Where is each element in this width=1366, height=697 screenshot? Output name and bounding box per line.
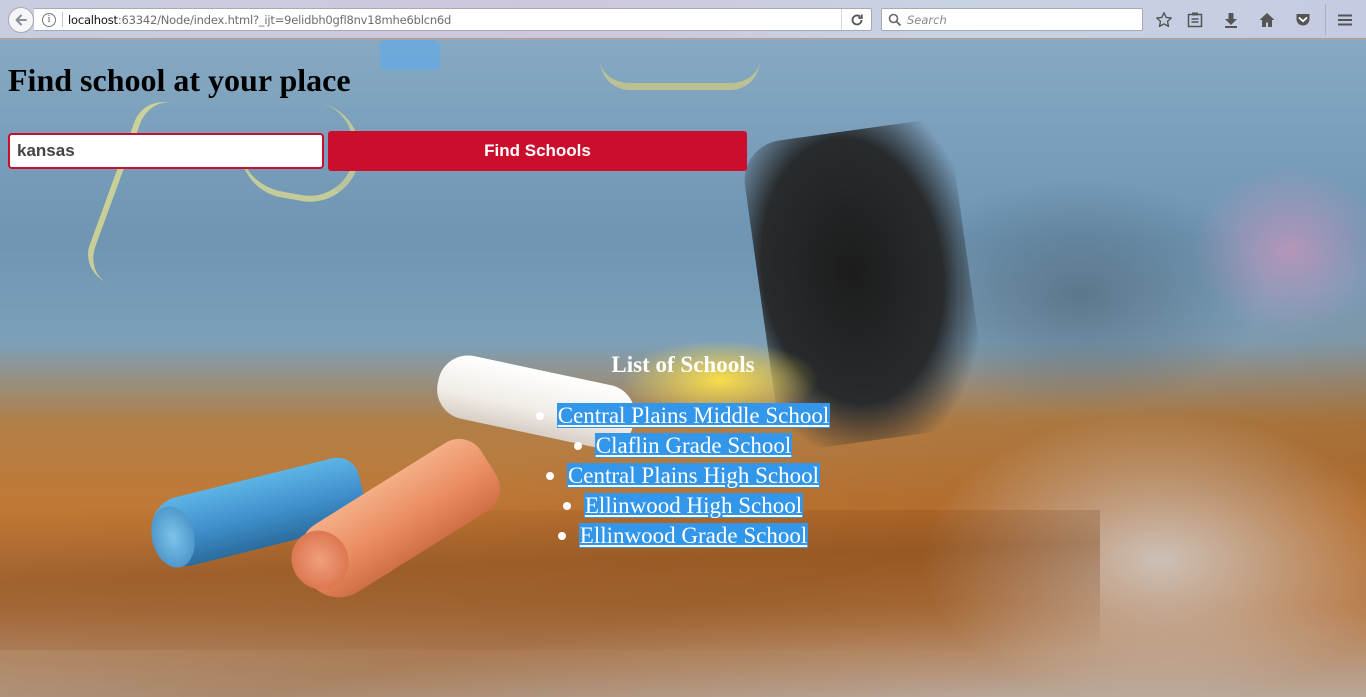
school-list: Central Plains Middle School Claflin Gra…: [0, 402, 1366, 552]
bullet-icon: [557, 531, 566, 540]
location-search-input[interactable]: [8, 133, 324, 169]
reload-button[interactable]: [841, 9, 871, 30]
bullet-icon: [573, 441, 582, 450]
url-path: :63342/Node/index.html?_ijt=9elidbh0gfl8…: [117, 12, 452, 27]
toolbar-separator: [1325, 4, 1326, 35]
school-link[interactable]: Claflin Grade School: [594, 433, 793, 458]
school-link[interactable]: Central Plains Middle School: [556, 403, 831, 428]
downloads-button[interactable]: [1220, 9, 1242, 31]
download-icon: [1225, 13, 1237, 28]
reading-list-button[interactable]: [1184, 9, 1206, 31]
school-link[interactable]: Ellinwood High School: [583, 493, 804, 518]
search-icon: [888, 13, 902, 26]
school-list-title: List of Schools: [611, 352, 755, 377]
url-divider: [62, 12, 63, 27]
home-button[interactable]: [1256, 9, 1278, 31]
bookmark-button[interactable]: [1153, 9, 1175, 31]
address-bar[interactable]: i localhost:63342/Node/index.html?_ijt=9…: [34, 8, 872, 31]
list-item: Ellinwood High School: [0, 492, 1366, 522]
url-text[interactable]: localhost:63342/Node/index.html?_ijt=9el…: [68, 13, 451, 27]
list-item: Ellinwood Grade School: [0, 522, 1366, 552]
list-item: Claflin Grade School: [0, 432, 1366, 462]
home-icon: [1259, 13, 1275, 27]
find-schools-button[interactable]: Find Schools: [328, 131, 747, 171]
bookmark-star-icon: [1156, 12, 1172, 28]
reload-icon: [851, 14, 863, 25]
pocket-button[interactable]: [1292, 9, 1314, 31]
background-decoration: [79, 93, 211, 297]
browser-toolbar: i localhost:63342/Node/index.html?_ijt=9…: [0, 0, 1366, 39]
back-arrow-icon: [15, 14, 27, 26]
bullet-icon: [535, 411, 544, 420]
page-background: Find school at your place Find Schools L…: [0, 40, 1366, 697]
menu-button[interactable]: [1334, 9, 1356, 31]
bullet-icon: [545, 471, 554, 480]
reading-list-icon: [1187, 12, 1203, 28]
search-bar[interactable]: Search: [881, 8, 1143, 31]
menu-icon: [1338, 14, 1352, 26]
info-icon[interactable]: i: [42, 12, 56, 27]
list-item: Central Plains Middle School: [0, 402, 1366, 432]
school-link[interactable]: Central Plains High School: [566, 463, 821, 488]
bullet-icon: [562, 501, 571, 510]
background-decoration: [380, 40, 440, 70]
back-button[interactable]: [8, 7, 34, 33]
search-placeholder: Search: [907, 12, 947, 27]
url-host: localhost: [68, 12, 118, 27]
list-item: Central Plains High School: [0, 462, 1366, 492]
page-title: Find school at your place: [8, 62, 351, 98]
pocket-icon: [1296, 14, 1310, 26]
background-decoration: [600, 40, 760, 90]
school-link[interactable]: Ellinwood Grade School: [578, 523, 809, 548]
